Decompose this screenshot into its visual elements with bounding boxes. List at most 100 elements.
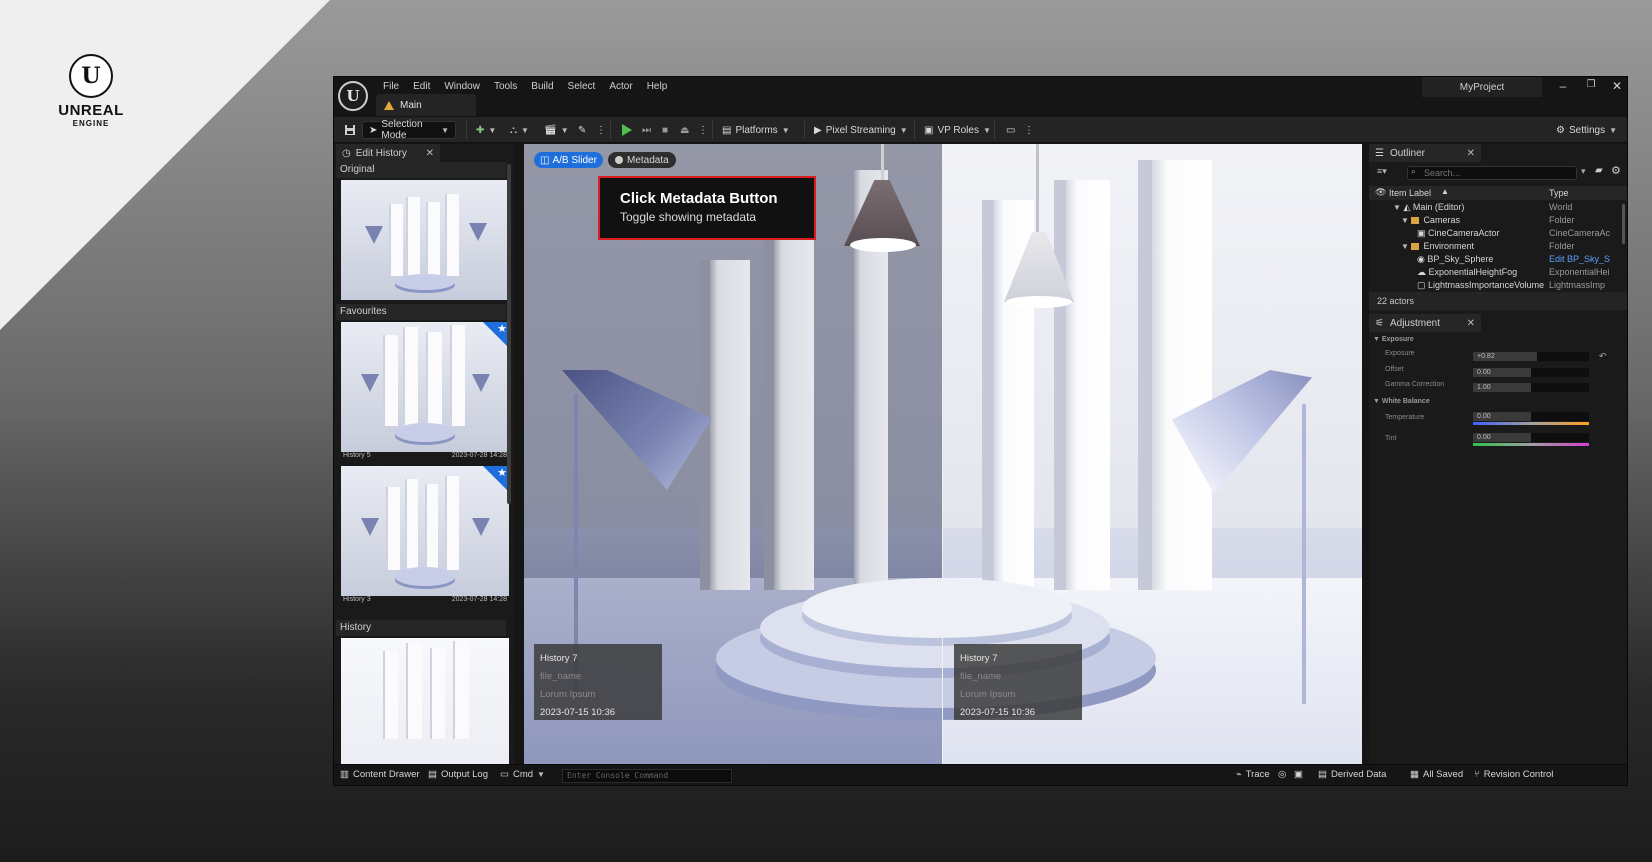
history-scrollbar[interactable] xyxy=(507,164,511,504)
mode-button[interactable]: ✎ xyxy=(578,121,586,139)
outliner-header: 👁︎ Item Label ▲ Type xyxy=(1369,186,1627,200)
thumbnail-history-1[interactable] xyxy=(341,638,509,764)
tooltip-title: Click Metadata Button xyxy=(620,190,778,207)
content-drawer-button[interactable]: ▥ Content Drawer xyxy=(340,769,420,780)
exposure-label: Exposure xyxy=(1385,350,1415,357)
restore-button[interactable]: ❐ xyxy=(1580,79,1602,97)
metadata-card-b: History 7 file_name Lorum Ipsum 2023-07-… xyxy=(954,644,1082,720)
edit-blueprint-link[interactable]: Edit BP_Sky_S xyxy=(1549,254,1611,264)
outliner-scrollbar[interactable] xyxy=(1622,204,1625,244)
folder-add-icon[interactable]: ▰ xyxy=(1595,165,1603,176)
temperature-slider[interactable]: 0.00 xyxy=(1473,412,1589,421)
record-icon[interactable]: ◎ xyxy=(1278,769,1286,780)
trace-button[interactable]: ⌁ Trace xyxy=(1236,769,1270,780)
close-window-button[interactable]: ✕ xyxy=(1606,79,1627,97)
level-tab-label: Main xyxy=(400,99,422,111)
menu-help[interactable]: Help xyxy=(640,79,675,94)
outliner-row[interactable]: ▣ CineCameraActor CineCameraAc xyxy=(1369,228,1627,241)
column-type[interactable]: Type xyxy=(1549,188,1569,198)
exposure-slider[interactable]: +0.82 xyxy=(1473,352,1589,361)
outliner-row-type: Folder xyxy=(1549,241,1575,251)
level-tab-main[interactable]: Main xyxy=(376,94,476,116)
cmd-dropdown[interactable]: ▭ Cmd ▼ xyxy=(500,769,545,780)
stop-button[interactable]: ■ xyxy=(662,121,668,139)
step-button[interactable]: ⏭ xyxy=(642,121,651,139)
minimize-button[interactable]: – xyxy=(1552,79,1574,97)
menu-file[interactable]: File xyxy=(376,79,406,94)
output-log-button[interactable]: ▤ Output Log xyxy=(428,769,488,780)
thumbnail-favourite-1[interactable]: ★ xyxy=(341,322,509,452)
thumbnail-favourite-2[interactable]: ★ xyxy=(341,466,509,596)
chevron-down-icon[interactable]: ▾ xyxy=(1581,166,1586,177)
filter-icon[interactable]: ≡▾ xyxy=(1377,166,1387,177)
more-options-icon[interactable]: ⋮ xyxy=(596,121,606,139)
console-command-input[interactable]: Enter Console Command xyxy=(562,769,732,783)
outliner-row[interactable]: ◉ BP_Sky_Sphere Edit BP_Sky_S xyxy=(1369,254,1627,267)
exposure-section[interactable]: ▼ Exposure xyxy=(1373,336,1414,343)
ab-slider-divider[interactable] xyxy=(942,144,943,764)
save-icon[interactable] xyxy=(344,121,356,139)
level-icon xyxy=(384,100,394,110)
chevron-down-icon: ▼ xyxy=(488,125,497,135)
chevron-down-icon: ▼ xyxy=(781,125,790,135)
settings-dropdown[interactable]: ⚙ Settings ▼ xyxy=(1556,121,1617,139)
cinematics-button[interactable]: 🎬︎ ▼ xyxy=(544,121,569,139)
blueprint-button[interactable]: ⛬ ▼ xyxy=(510,121,529,139)
outliner-row[interactable]: ▼ Environment Folder xyxy=(1369,241,1627,254)
eject-button[interactable]: ⏏ xyxy=(680,121,689,139)
derived-data-button[interactable]: ▤ Derived Data xyxy=(1318,769,1386,780)
outliner-row-label: LightmassImportanceVolume xyxy=(1428,280,1545,290)
close-icon[interactable]: ✕ xyxy=(426,148,434,159)
selection-mode-dropdown[interactable]: ➤ Selection Mode ▼ xyxy=(362,119,456,141)
chevron-down-icon: ▼ xyxy=(441,125,449,135)
temperature-row: Temperature 0.00 xyxy=(1369,412,1627,426)
column-item-label[interactable]: Item Label xyxy=(1389,188,1431,198)
eye-icon[interactable]: 👁︎ xyxy=(1375,187,1386,198)
thumbnail-original[interactable] xyxy=(341,180,509,300)
step-icon: ⏭ xyxy=(642,124,651,136)
play-options-icon[interactable]: ⋮ xyxy=(698,121,708,139)
reset-icon[interactable]: ↶ xyxy=(1599,351,1607,362)
platforms-dropdown[interactable]: ▤ Platforms ▼ xyxy=(722,121,790,139)
content-drawer-label: Content Drawer xyxy=(352,769,420,780)
offset-slider[interactable]: 0.00 xyxy=(1473,368,1589,377)
gear-icon[interactable]: ⚙ xyxy=(1611,164,1621,177)
outliner-tab[interactable]: ☰ Outliner ✕ xyxy=(1369,144,1481,162)
white-balance-section[interactable]: ▼ White Balance xyxy=(1373,398,1430,405)
platforms-icon: ▤ xyxy=(722,124,732,136)
add-actor-button[interactable]: ✚ ▼ xyxy=(476,121,496,139)
menu-actor[interactable]: Actor xyxy=(602,79,639,94)
close-icon[interactable]: ✕ xyxy=(1467,318,1475,329)
outliner-row[interactable]: ☁ ExponentialHeightFog ExponentialHei xyxy=(1369,267,1627,280)
all-saved-button[interactable]: ▦ All Saved xyxy=(1410,769,1463,780)
pixel-streaming-dropdown[interactable]: ▶ Pixel Streaming ▼ xyxy=(814,121,908,139)
chevron-down-icon: ▼ xyxy=(1401,216,1409,225)
outliner-row[interactable]: ▼ Cameras Folder xyxy=(1369,215,1627,228)
menu-build[interactable]: Build xyxy=(524,79,560,94)
menu-window[interactable]: Window xyxy=(437,79,487,94)
favourite-2-date: 2023-07-28 14:28 xyxy=(451,596,507,603)
outliner-row[interactable]: ▼ ◭ Main (Editor) World xyxy=(1369,202,1627,215)
gear-icon: ⚙ xyxy=(1556,124,1565,136)
search-placeholder: Search... xyxy=(1424,168,1461,178)
revision-control-button[interactable]: ⑂ Revision Control xyxy=(1474,769,1553,780)
viewport-ab-comparison[interactable]: History 7 file_name Lorum Ipsum 2023-07-… xyxy=(524,144,1362,764)
tint-slider[interactable]: 0.00 xyxy=(1473,433,1589,442)
app-logo-icon[interactable]: U xyxy=(338,81,368,111)
outliner-search-input[interactable]: Search... xyxy=(1407,166,1577,180)
screenshot-icon[interactable]: ▣ xyxy=(1294,769,1303,780)
menu-tools[interactable]: Tools xyxy=(487,79,524,94)
metadata-button[interactable]: Metadata xyxy=(608,152,676,168)
menu-edit[interactable]: Edit xyxy=(406,79,437,94)
favourite-1-name: History 5 xyxy=(343,452,371,459)
adjustment-tab[interactable]: ⚟ Adjustment ✕ xyxy=(1369,314,1481,332)
gamma-slider[interactable]: 1.00 xyxy=(1473,383,1589,392)
ab-slider-button[interactable]: ◫ A/B Slider xyxy=(534,152,603,168)
edit-history-tab[interactable]: ◷ Edit History ✕ xyxy=(336,144,440,162)
menu-select[interactable]: Select xyxy=(561,79,603,94)
close-icon[interactable]: ✕ xyxy=(1467,148,1475,159)
monitor-icon[interactable]: ▭ xyxy=(1006,121,1015,139)
vp-roles-dropdown[interactable]: ▣ VP Roles ▼ xyxy=(924,121,991,139)
toolbar-more-icon[interactable]: ⋮ xyxy=(1024,121,1034,139)
play-button[interactable] xyxy=(622,121,632,139)
